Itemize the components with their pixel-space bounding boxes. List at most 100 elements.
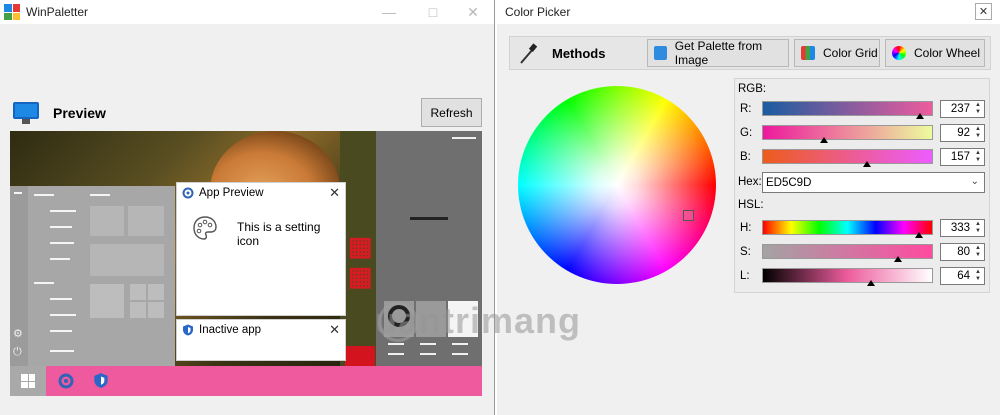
theme-preview: ▦ ▦ ⚙ ⏻ App Preview ✕ This is a setting … (10, 131, 482, 396)
spinner-icon[interactable]: ▲ ▼ (973, 102, 983, 116)
g-value-input[interactable]: 92 ▲ ▼ (940, 124, 985, 142)
chevron-down-icon[interactable]: ⌄ (971, 176, 979, 187)
methods-toolbar: Methods Get Palette from Image Color Gri… (509, 36, 991, 70)
start-tile (130, 302, 146, 318)
spinner-icon[interactable]: ▲ ▼ (973, 245, 983, 259)
h-label: H: (740, 222, 752, 234)
rgb-label: RGB: (738, 83, 767, 95)
color-wheel[interactable] (518, 86, 716, 284)
notification-close-icon[interactable]: ✕ (329, 322, 340, 338)
app-preview-notification: App Preview ✕ This is a setting icon (176, 182, 346, 316)
maximize-icon[interactable]: □ (411, 0, 455, 24)
h-value: 333 (950, 222, 970, 234)
shield-icon (183, 324, 193, 336)
preview-header: Preview (7, 95, 487, 131)
start-tile (128, 206, 164, 236)
s-value: 80 (957, 246, 970, 258)
start-menu-rail (10, 186, 28, 368)
start-button (10, 366, 46, 396)
g-slider[interactable] (762, 125, 933, 143)
hex-combobox[interactable]: ED5C9D ⌄ (762, 172, 985, 193)
notification-header: Inactive app ✕ (177, 320, 345, 340)
notification-title: Inactive app (199, 324, 262, 336)
r-slider[interactable] (762, 101, 933, 119)
l-value-input[interactable]: 64 ▲ ▼ (940, 267, 985, 285)
l-label: L: (740, 270, 750, 282)
preview-title: Preview (53, 105, 106, 121)
color-grid-icon (801, 46, 815, 60)
close-icon[interactable]: ✕ (451, 0, 495, 24)
settings-gear-icon (182, 187, 194, 199)
g-value: 92 (957, 127, 970, 139)
start-tile (90, 206, 124, 236)
color-wheel-icon (892, 46, 906, 60)
windows-logo-icon (21, 374, 35, 388)
settings-gear-icon (58, 373, 74, 389)
eyedropper-icon (520, 43, 538, 64)
slider-thumb[interactable] (863, 161, 872, 167)
window-title: WinPaletter (26, 5, 89, 19)
title-bar: WinPaletter — □ ✕ (0, 0, 494, 24)
start-tile (130, 284, 146, 300)
power-icon: ⏻ (13, 346, 22, 358)
color-wheel-button[interactable]: Color Wheel (885, 39, 985, 67)
spinner-icon[interactable]: ▲ ▼ (973, 126, 983, 140)
close-icon[interactable]: ✕ (975, 3, 992, 20)
window-title: Color Picker (505, 5, 571, 19)
b-value-input[interactable]: 157 ▲ ▼ (940, 148, 985, 166)
r-label: R: (740, 103, 752, 115)
notification-title: App Preview (199, 187, 264, 199)
color-picker-window: Color Picker ✕ Methods Get Palette from … (497, 0, 1000, 415)
methods-title: Methods (552, 46, 606, 61)
b-slider[interactable] (762, 149, 933, 167)
slider-thumb[interactable] (867, 280, 876, 286)
color-grid-button[interactable]: Color Grid (794, 39, 880, 67)
g-label: G: (740, 127, 753, 139)
hsl-label: HSL: (738, 199, 764, 211)
s-label: S: (740, 246, 751, 258)
spinner-icon[interactable]: ▲ ▼ (973, 150, 983, 164)
b-label: B: (740, 151, 751, 163)
start-tile (90, 244, 164, 276)
slider-thumb[interactable] (915, 232, 924, 238)
monitor-icon (13, 102, 39, 124)
h-value-input[interactable]: 333 ▲ ▼ (940, 219, 985, 237)
color-values-panel: RGB: R: 237 ▲ ▼ G: 92 ▲ ▼ B: 157 ▲ ▼ Hex: ED5C… (734, 78, 990, 293)
slider-thumb[interactable] (916, 113, 924, 119)
button-label: Color Wheel (914, 46, 981, 60)
spinner-icon[interactable]: ▲ ▼ (973, 269, 983, 283)
color-wheel-selector[interactable] (683, 210, 694, 221)
image-icon (654, 46, 667, 60)
minimize-icon[interactable]: — (367, 0, 411, 24)
notification-body: This is a setting icon (237, 220, 321, 248)
button-label: Color Grid (823, 46, 878, 60)
s-slider[interactable] (762, 244, 933, 262)
spinner-icon[interactable]: ▲ ▼ (973, 221, 983, 235)
s-value-input[interactable]: 80 ▲ ▼ (940, 243, 985, 261)
watermark-text: uantrimang (375, 300, 582, 341)
slider-thumb[interactable] (820, 137, 828, 143)
winpaletter-window: WinPaletter — □ ✕ Preview Refresh ▦ ▦ ⚙ … (0, 0, 495, 415)
start-tile (148, 284, 164, 300)
wallpaper-red-glyph: ▦ ▦ (348, 231, 373, 291)
notification-header: App Preview ✕ (177, 183, 345, 203)
r-value-input[interactable]: 237 ▲ ▼ (940, 100, 985, 118)
settings-icon: ⚙ (13, 328, 23, 340)
hamburger-icon (14, 192, 22, 194)
notification-close-icon[interactable]: ✕ (329, 185, 340, 201)
taskbar-preview (10, 366, 482, 396)
hex-value: ED5C9D (766, 176, 812, 189)
inactive-app-notification: Inactive app ✕ (176, 319, 346, 361)
l-slider[interactable] (762, 268, 933, 286)
palette-icon (193, 216, 217, 240)
h-slider[interactable] (762, 220, 933, 238)
hex-label: Hex: (738, 176, 762, 188)
l-value: 64 (957, 270, 970, 282)
winpaletter-logo-icon (4, 4, 20, 20)
r-value: 237 (950, 103, 970, 115)
shield-icon (94, 373, 108, 388)
slider-thumb[interactable] (894, 256, 903, 262)
refresh-button[interactable]: Refresh (421, 98, 482, 127)
get-palette-from-image-button[interactable]: Get Palette from Image (647, 39, 789, 67)
action-center-divider (410, 217, 448, 220)
